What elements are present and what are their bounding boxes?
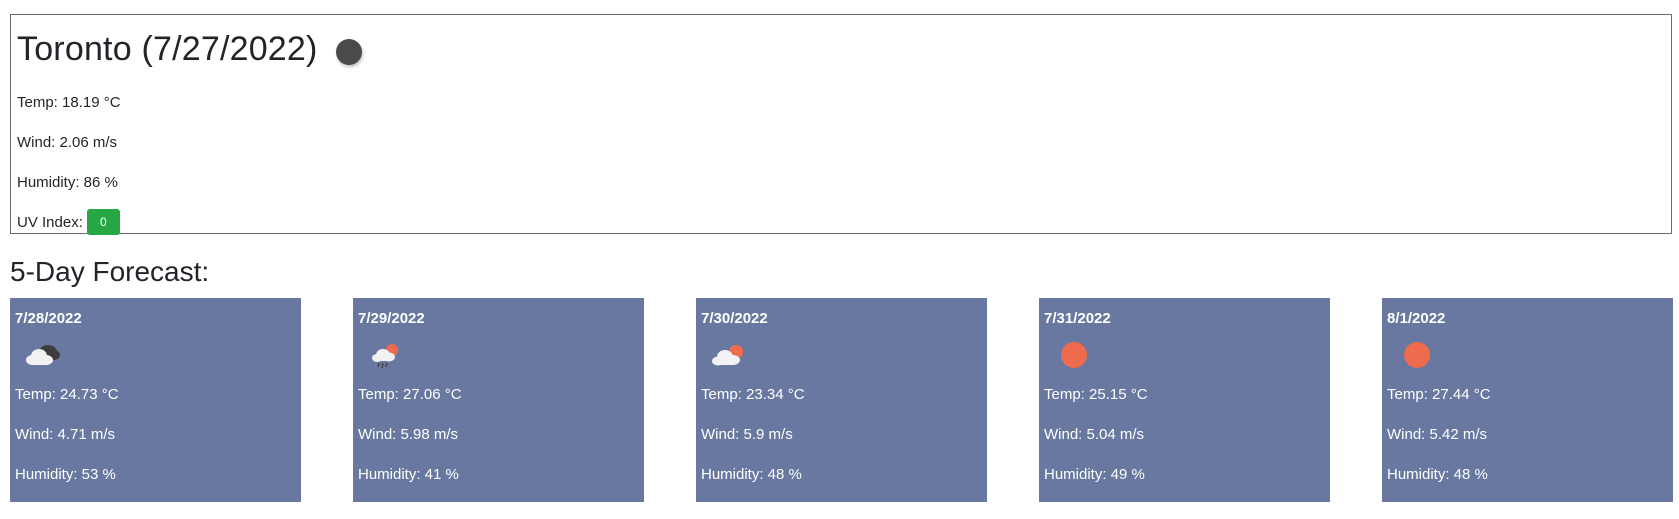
forecast-humidity: Humidity: 49 %: [1044, 465, 1145, 483]
forecast-wind: Wind: 5.42 m/s: [1387, 425, 1488, 443]
forecast-wind: Wind: 5.98 m/s: [358, 425, 459, 443]
sun-icon: [1387, 336, 1668, 374]
forecast-temp: Temp: 27.06 °C: [358, 385, 462, 403]
page: Toronto (7/27/2022) Temp: 18.19 °C Wind:…: [0, 0, 1679, 519]
forecast-temp: Temp: 23.34 °C: [701, 385, 805, 403]
sun-icon: [1044, 336, 1325, 374]
forecast-humidity: Humidity: 53 %: [15, 465, 116, 483]
rain-sun-icon: [358, 336, 639, 374]
current-wind: Wind: 2.06 m/s: [17, 133, 118, 151]
forecast-temp: Temp: 24.73 °C: [15, 385, 119, 403]
forecast-heading: 5-Day Forecast:: [10, 256, 210, 287]
uv-index-badge: 0: [86, 209, 120, 235]
forecast-date: 8/1/2022: [1387, 309, 1446, 327]
forecast-row: 7/28/2022 Temp: 24.73 °C Wind: 4.71 m/s …: [10, 298, 1673, 502]
current-weather-panel: Toronto (7/27/2022) Temp: 18.19 °C Wind:…: [10, 14, 1672, 235]
current-uv-index: UV Index: 0: [17, 202, 1665, 242]
city-date-title: Toronto (7/27/2022): [17, 29, 318, 68]
forecast-humidity: Humidity: 48 %: [1387, 465, 1488, 483]
forecast-date: 7/30/2022: [701, 309, 768, 327]
forecast-wind: Wind: 5.9 m/s: [701, 425, 793, 443]
forecast-card: 7/31/2022 Temp: 25.15 °C Wind: 5.04 m/s …: [1039, 298, 1330, 502]
forecast-card: 7/29/2022 Temp: 27.06 °C Wind: 5.98 m/s …: [353, 298, 644, 502]
forecast-card: 8/1/2022 Temp: 27.44 °C Wind: 5.42 m/s H…: [1382, 298, 1673, 502]
current-humidity: Humidity: 86 %: [17, 173, 118, 191]
night-clear-icon: [335, 38, 362, 65]
current-title-row: Toronto (7/27/2022): [17, 27, 1665, 82]
uv-index-label: UV Index:: [17, 213, 83, 231]
partly-cloudy-icon: [701, 336, 982, 374]
forecast-temp: Temp: 25.15 °C: [1044, 385, 1148, 403]
broken-clouds-icon: [15, 336, 296, 374]
forecast-humidity: Humidity: 41 %: [358, 465, 459, 483]
forecast-card: 7/30/2022 Temp: 23.34 °C Wind: 5.9 m/s H…: [696, 298, 987, 502]
forecast-wind: Wind: 5.04 m/s: [1044, 425, 1145, 443]
current-temp: Temp: 18.19 °C: [17, 93, 121, 111]
forecast-card: 7/28/2022 Temp: 24.73 °C Wind: 4.71 m/s …: [10, 298, 301, 502]
forecast-date: 7/29/2022: [358, 309, 425, 327]
forecast-date: 7/31/2022: [1044, 309, 1111, 327]
forecast-temp: Temp: 27.44 °C: [1387, 385, 1491, 403]
forecast-humidity: Humidity: 48 %: [701, 465, 802, 483]
forecast-wind: Wind: 4.71 m/s: [15, 425, 116, 443]
forecast-date: 7/28/2022: [15, 309, 82, 327]
